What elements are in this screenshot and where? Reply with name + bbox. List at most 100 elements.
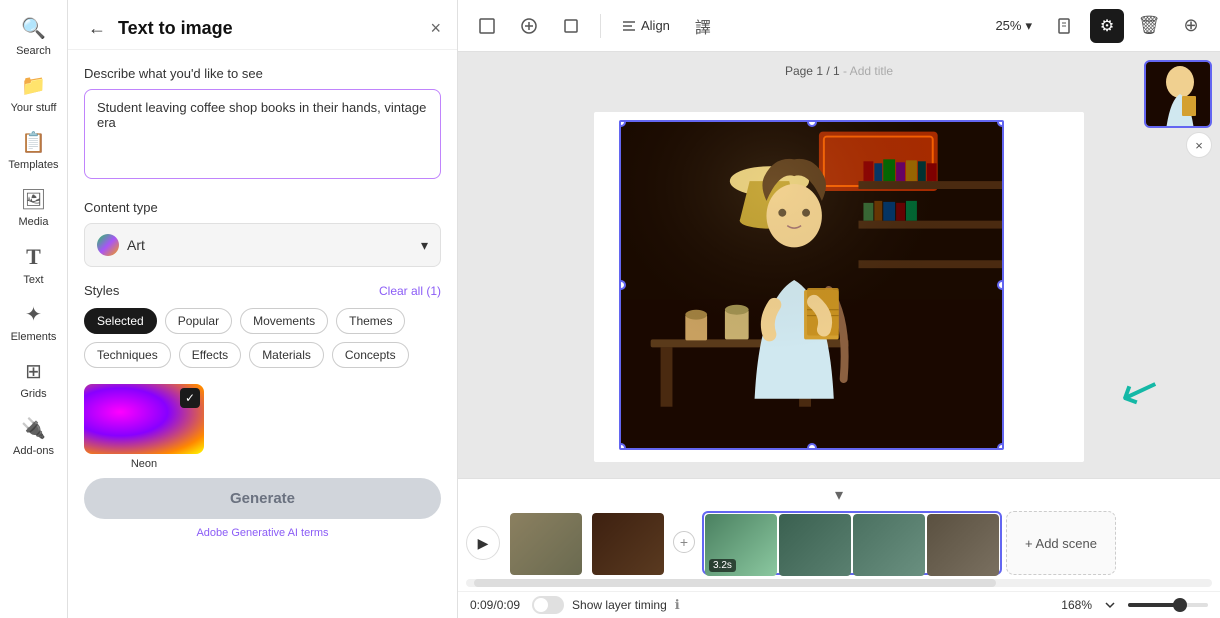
style-item-neon[interactable]: ✓ Neon — [84, 384, 204, 470]
handle-bottom-right[interactable] — [997, 443, 1004, 450]
toggle-knob — [534, 598, 548, 612]
shape-icon — [562, 17, 580, 35]
toolbar: Align 譯 25% ▾ ⚙ 🗑 ⊕ — [458, 0, 1220, 52]
sidebar-item-label: Media — [19, 216, 49, 228]
styles-header: Styles Clear all (1) — [84, 283, 441, 298]
style-tag-selected[interactable]: Selected — [84, 308, 157, 334]
sidebar-item-search[interactable]: 🔍 Search — [2, 8, 66, 65]
describe-textarea[interactable]: Student leaving coffee shop books in the… — [84, 89, 441, 179]
chevron-down-icon: ▾ — [421, 237, 428, 254]
content-type-value: Art — [127, 237, 145, 253]
zoom-slider-thumb — [1173, 598, 1187, 612]
frame-tool-button[interactable] — [470, 9, 504, 43]
panel-title: Text to image — [118, 18, 422, 39]
style-tag-themes[interactable]: Themes — [336, 308, 405, 334]
layer-timing-label: Show layer timing — [572, 598, 667, 612]
content-type-icon — [97, 234, 119, 256]
toolbar-separator — [600, 14, 601, 38]
zoom-slider[interactable] — [1128, 603, 1208, 607]
sidebar-item-media[interactable]: 🖼 Media — [2, 179, 66, 236]
style-tag-concepts[interactable]: Concepts — [332, 342, 409, 368]
handle-top-right[interactable] — [997, 120, 1004, 127]
style-name-neon: Neon — [131, 458, 157, 470]
align-icon — [621, 18, 637, 34]
content-type-select[interactable]: Art ▾ — [84, 223, 441, 267]
add-title[interactable]: - Add title — [843, 64, 893, 78]
panel-body: Describe what you'd like to see Student … — [68, 50, 457, 618]
sidebar-item-label: Text — [23, 274, 43, 286]
sidebar-item-label: Templates — [8, 159, 58, 171]
timeline: ▾ ▶ + — [458, 478, 1220, 618]
play-button[interactable]: ▶ — [466, 526, 500, 560]
sidebar-item-grids[interactable]: ⊞ Grids — [2, 351, 66, 408]
scene-clip-3[interactable]: 3.2s — [705, 514, 777, 576]
style-tag-materials[interactable]: Materials — [249, 342, 324, 368]
style-tag-movements[interactable]: Movements — [240, 308, 328, 334]
canvas-illustration — [621, 122, 1002, 448]
styles-title: Styles — [84, 283, 119, 298]
close-overlay-button[interactable]: × — [1186, 132, 1212, 158]
handle-bottom-left[interactable] — [619, 443, 626, 450]
sidebar-item-add-ons[interactable]: 🔌 Add-ons — [2, 408, 66, 465]
add-ons-icon: 🔌 — [21, 416, 46, 441]
sidebar-item-label: Grids — [20, 388, 46, 400]
layer-toggle: Show layer timing ℹ — [532, 596, 680, 614]
style-grid: ✓ Neon — [84, 384, 441, 470]
scene-clip-6[interactable] — [927, 514, 999, 576]
text-icon: T — [26, 244, 41, 270]
time-display: 0:09/0:09 — [470, 598, 520, 612]
timeline-expand-button[interactable]: ▾ — [827, 483, 851, 507]
align-button[interactable]: Align — [613, 14, 678, 38]
back-button[interactable]: ← — [84, 16, 110, 41]
timeline-footer: 0:09/0:09 Show layer timing ℹ 168% — [458, 591, 1220, 618]
scene-clip-4[interactable] — [779, 514, 851, 576]
describe-label: Describe what you'd like to see — [84, 66, 441, 81]
scene-thumb-svg — [1146, 62, 1212, 128]
clear-all-button[interactable]: Clear all (1) — [379, 284, 441, 298]
teal-arrow: ↙ — [1111, 357, 1168, 423]
style-tag-techniques[interactable]: Techniques — [84, 342, 171, 368]
clip-gap — [584, 513, 590, 573]
style-tag-popular[interactable]: Popular — [165, 308, 232, 334]
add-scene-button[interactable]: + Add scene — [1006, 511, 1116, 575]
zoom-chevron-icon: ▾ — [1025, 18, 1032, 34]
page-settings-button[interactable] — [1048, 9, 1082, 43]
selected-image[interactable]: ↻ — [619, 120, 1004, 450]
page-label: Page 1 / 1 - Add title — [785, 64, 893, 78]
templates-icon: 📋 — [21, 130, 46, 155]
style-image-neon: ✓ — [84, 384, 204, 454]
add-clip-icon[interactable]: + — [673, 531, 695, 553]
canvas-frame: ↻ — [594, 112, 1084, 462]
timeline-scrollbar[interactable] — [466, 579, 1212, 587]
scene-clip-5[interactable] — [853, 514, 925, 576]
scene-clip-1[interactable] — [510, 513, 582, 575]
delete-button[interactable]: 🗑 — [1132, 9, 1166, 43]
add-button[interactable]: ⊕ — [1174, 9, 1208, 43]
crop-icon — [520, 17, 538, 35]
sidebar-item-templates[interactable]: 📋 Templates — [2, 122, 66, 179]
zoom-control[interactable]: 25% ▾ — [987, 14, 1040, 38]
sidebar-item-your-stuff[interactable]: 📁 Your stuff — [2, 65, 66, 122]
handle-bottom-center[interactable] — [807, 443, 817, 450]
scene-clip-2[interactable] — [592, 513, 664, 575]
crop-tool-button[interactable] — [512, 9, 546, 43]
translate-button[interactable]: 譯 — [686, 9, 720, 43]
ai-terms-link[interactable]: Adobe Generative AI terms — [84, 527, 441, 539]
add-clip-button[interactable]: + — [670, 511, 698, 573]
sidebar-item-label: Your stuff — [11, 102, 57, 114]
sidebar-item-elements[interactable]: ✦ Elements — [2, 294, 66, 351]
layer-timing-toggle[interactable] — [532, 596, 564, 614]
sidebar-item-text[interactable]: T Text — [2, 236, 66, 294]
handle-middle-right[interactable] — [997, 280, 1004, 290]
clip-thumb-5 — [853, 514, 925, 576]
folder-icon: 📁 — [21, 73, 46, 98]
shape-tool-button[interactable] — [554, 9, 588, 43]
info-icon[interactable]: ℹ — [675, 597, 680, 613]
content-type-label: Content type — [84, 200, 441, 215]
grids-icon: ⊞ — [25, 359, 42, 384]
timeline-tracks: + 3.2s — [508, 511, 1212, 575]
settings-active-button[interactable]: ⚙ — [1090, 9, 1124, 43]
style-tag-effects[interactable]: Effects — [179, 342, 241, 368]
timeline-zoom-value: 168% — [1061, 598, 1092, 612]
close-panel-button[interactable]: × — [430, 18, 441, 39]
